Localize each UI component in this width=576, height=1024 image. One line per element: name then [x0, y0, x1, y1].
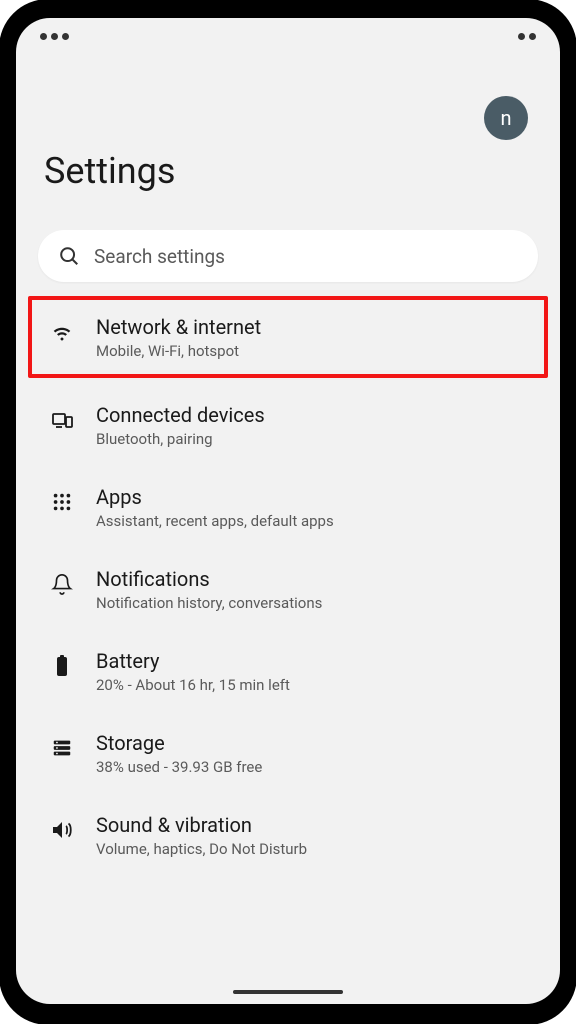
setting-subtitle: 20% - About 16 hr, 15 min left: [96, 676, 534, 694]
setting-item-storage[interactable]: Storage 38% used - 39.93 GB free: [28, 712, 548, 794]
setting-title: Notifications: [96, 566, 534, 592]
setting-title: Sound & vibration: [96, 812, 534, 838]
setting-item-sound[interactable]: Sound & vibration Volume, haptics, Do No…: [28, 794, 548, 876]
page-title: Settings: [44, 150, 532, 192]
sound-icon: [46, 814, 78, 846]
setting-item-apps[interactable]: Apps Assistant, recent apps, default app…: [28, 466, 548, 548]
setting-title: Network & internet: [96, 314, 534, 340]
devices-icon: [46, 404, 78, 436]
setting-subtitle: Mobile, Wi-Fi, hotspot: [96, 342, 534, 360]
header: n Settings: [16, 54, 560, 212]
settings-list: Network & internet Mobile, Wi-Fi, hotspo…: [16, 296, 560, 876]
setting-title: Apps: [96, 484, 534, 510]
bell-icon: [46, 568, 78, 600]
setting-title: Battery: [96, 648, 534, 674]
wifi-icon: [46, 316, 78, 348]
setting-item-battery[interactable]: Battery 20% - About 16 hr, 15 min left: [28, 630, 548, 712]
avatar-letter: n: [500, 106, 511, 130]
setting-title: Connected devices: [96, 402, 534, 428]
setting-item-connected-devices[interactable]: Connected devices Bluetooth, pairing: [28, 384, 548, 466]
search-bar[interactable]: Search settings: [38, 230, 538, 282]
status-bar: [16, 18, 560, 54]
status-left-icons: [40, 33, 69, 40]
navigation-handle[interactable]: [233, 990, 343, 994]
setting-item-notifications[interactable]: Notifications Notification history, conv…: [28, 548, 548, 630]
search-icon: [58, 245, 80, 267]
setting-subtitle: Volume, haptics, Do Not Disturb: [96, 840, 534, 858]
phone-frame: n Settings Search settings Network & int…: [0, 0, 576, 1024]
setting-subtitle: 38% used - 39.93 GB free: [96, 758, 534, 776]
apps-icon: [46, 486, 78, 518]
setting-title: Storage: [96, 730, 534, 756]
status-right-icons: [518, 33, 536, 40]
setting-subtitle: Assistant, recent apps, default apps: [96, 512, 534, 530]
avatar[interactable]: n: [484, 96, 528, 140]
search-placeholder: Search settings: [94, 245, 225, 268]
battery-icon: [46, 650, 78, 682]
setting-subtitle: Notification history, conversations: [96, 594, 534, 612]
storage-icon: [46, 732, 78, 764]
screen: n Settings Search settings Network & int…: [16, 18, 560, 1004]
setting-subtitle: Bluetooth, pairing: [96, 430, 534, 448]
setting-item-network[interactable]: Network & internet Mobile, Wi-Fi, hotspo…: [28, 296, 548, 378]
